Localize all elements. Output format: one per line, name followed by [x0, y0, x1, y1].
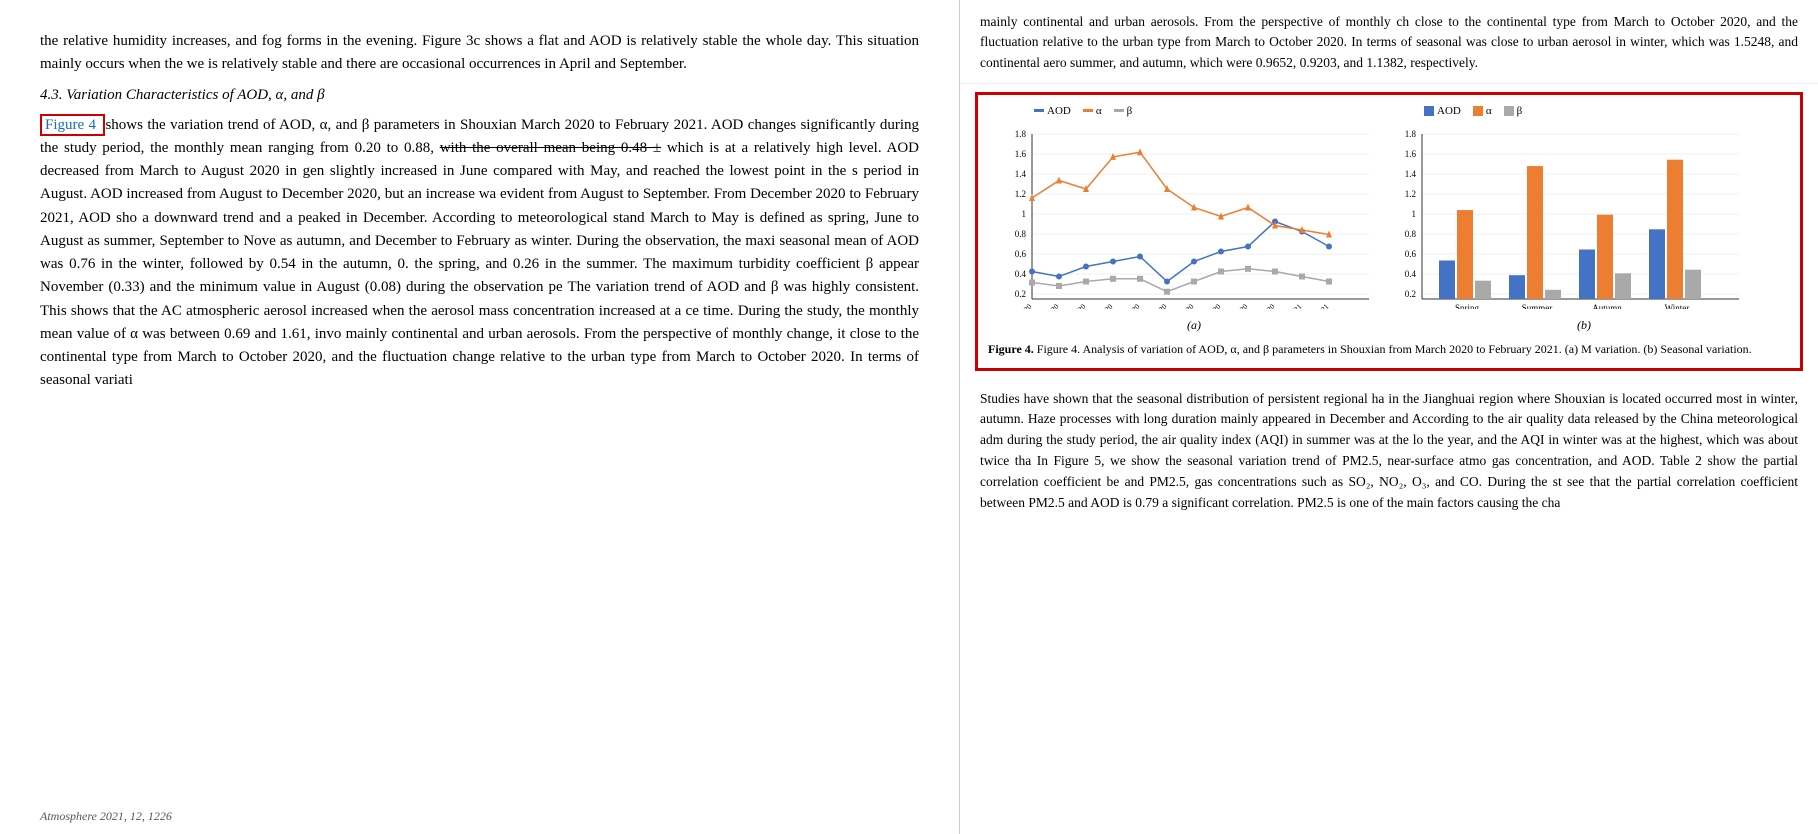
chart-a-legend: AOD α β [1004, 105, 1384, 117]
section-heading: 4.3. Variation Characteristics of AOD, α… [40, 87, 919, 104]
legend-b-beta-bar [1504, 106, 1514, 116]
svg-text:0.6: 0.6 [1015, 249, 1027, 259]
left-para2-text: shows the variation trend of AOD, α, and… [40, 117, 919, 389]
svg-text:Jul-20: Jul-20 [1122, 302, 1142, 309]
svg-text:Mar-20: Mar-20 [1011, 302, 1033, 309]
legend-beta-dot [1114, 109, 1124, 112]
svg-text:1.2: 1.2 [1015, 189, 1026, 199]
svg-text:Sep-20: Sep-20 [1174, 302, 1196, 309]
figure4-caption-bold: Figure 4. [988, 342, 1034, 356]
svg-text:Dec-20: Dec-20 [1254, 302, 1276, 309]
figure4-container: AOD α β 1.8 1.6 1.4 1.2 [975, 92, 1803, 371]
svg-text:Feb-21: Feb-21 [1309, 302, 1331, 309]
svg-text:0.2: 0.2 [1405, 289, 1416, 299]
svg-text:Jun-20: Jun-20 [1094, 302, 1115, 309]
svg-text:Spring: Spring [1455, 303, 1480, 309]
svg-text:0.8: 0.8 [1015, 229, 1027, 239]
legend-b-alpha: α [1473, 105, 1492, 117]
left-para2: Figure 4 shows the variation trend of AO… [40, 114, 919, 393]
svg-text:1.8: 1.8 [1015, 129, 1027, 139]
left-panel: the relative humidity increases, and fog… [0, 0, 960, 834]
svg-text:Autumn: Autumn [1592, 303, 1622, 309]
svg-text:1.2: 1.2 [1405, 189, 1416, 199]
legend-b-aod-label: AOD [1437, 105, 1461, 117]
figure4-charts: AOD α β 1.8 1.6 1.4 1.2 [988, 105, 1790, 333]
svg-text:1: 1 [1412, 209, 1417, 219]
line-chart-a: 1.8 1.6 1.4 1.2 1 0.8 0.6 0.4 0.2 [1004, 119, 1374, 309]
svg-text:Aug-20: Aug-20 [1146, 302, 1169, 309]
chart-b-label: (b) [1394, 318, 1774, 333]
chart-a-label: (a) [1004, 318, 1384, 333]
legend-aod: AOD [1034, 105, 1071, 117]
chart-a-wrapper: AOD α β 1.8 1.6 1.4 1.2 [1004, 105, 1384, 333]
svg-text:1.8: 1.8 [1405, 129, 1417, 139]
right-panel: mainly continental and urban aerosols. F… [960, 0, 1818, 834]
legend-alpha-dot [1083, 109, 1093, 112]
legend-beta-label: β [1127, 105, 1133, 117]
figure4-caption-text: Figure 4. Analysis of variation of AOD, … [1037, 342, 1752, 356]
svg-text:Jan-21: Jan-21 [1283, 302, 1304, 309]
svg-text:Oct-20: Oct-20 [1201, 302, 1222, 309]
svg-text:1.4: 1.4 [1015, 169, 1027, 179]
legend-aod-dot [1034, 109, 1044, 112]
figure4-link[interactable]: Figure 4 [45, 117, 96, 133]
svg-text:0.4: 0.4 [1015, 269, 1027, 279]
svg-text:Apr-20: Apr-20 [1039, 302, 1061, 309]
svg-text:0.8: 0.8 [1405, 229, 1417, 239]
svg-text:May-20: May-20 [1064, 302, 1087, 309]
svg-text:1.6: 1.6 [1015, 149, 1027, 159]
legend-aod-label: AOD [1047, 105, 1071, 117]
svg-text:Winter: Winter [1665, 303, 1690, 309]
svg-text:Summer: Summer [1522, 303, 1553, 309]
figure4-ref-box[interactable]: Figure 4 [40, 114, 105, 136]
legend-b-alpha-bar [1473, 106, 1483, 116]
right-top-text: mainly continental and urban aerosols. F… [960, 0, 1818, 84]
footer: Atmosphere 2021, 12, 1226 [40, 809, 172, 824]
chart-b-wrapper: AOD α β 1.8 1.6 1.4 1.2 [1394, 105, 1774, 333]
svg-text:1: 1 [1022, 209, 1027, 219]
svg-text:Nov-20: Nov-20 [1227, 302, 1250, 309]
svg-text:0.2: 0.2 [1015, 289, 1026, 299]
bar-chart-b: 1.8 1.6 1.4 1.2 1 0.8 0.6 0.4 0.2 [1394, 119, 1744, 309]
svg-text:0.6: 0.6 [1405, 249, 1417, 259]
legend-alpha: α [1083, 105, 1102, 117]
legend-b-beta: β [1504, 105, 1523, 117]
svg-text:1.4: 1.4 [1405, 169, 1417, 179]
left-para1: the relative humidity increases, and fog… [40, 30, 919, 77]
legend-alpha-label: α [1096, 105, 1102, 117]
legend-b-aod: AOD [1424, 105, 1461, 117]
legend-beta: β [1114, 105, 1133, 117]
legend-b-alpha-label: α [1486, 105, 1492, 117]
figure4-caption: Figure 4. Figure 4. Analysis of variatio… [988, 341, 1790, 358]
right-bottom-text: Studies have shown that the seasonal dis… [960, 379, 1818, 834]
legend-b-aod-bar [1424, 106, 1434, 116]
svg-text:0.4: 0.4 [1405, 269, 1417, 279]
chart-b-legend: AOD α β [1394, 105, 1774, 117]
svg-text:1.6: 1.6 [1405, 149, 1417, 159]
legend-b-beta-label: β [1517, 105, 1523, 117]
